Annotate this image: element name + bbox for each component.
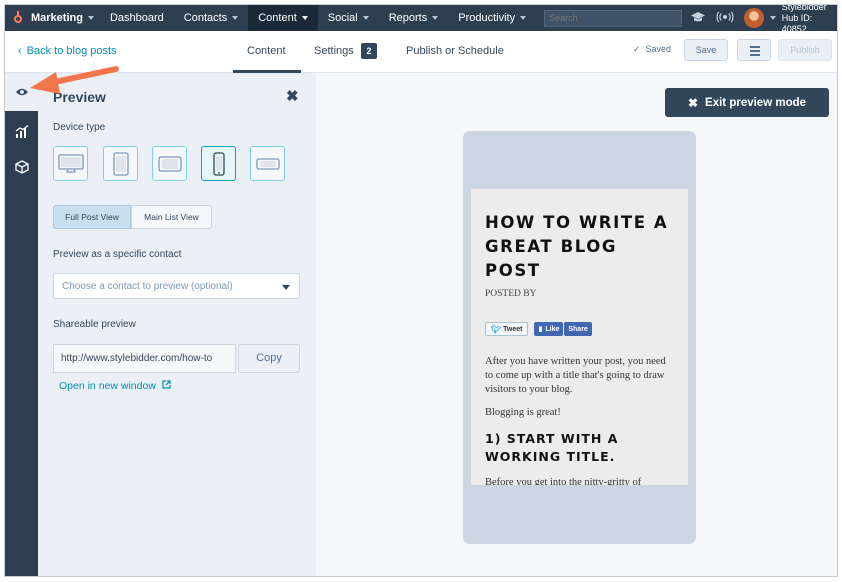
mobile-icon — [212, 151, 225, 176]
chevron-down-icon — [87, 16, 94, 20]
saved-status: ✓ Saved — [633, 44, 672, 54]
facebook-share-button[interactable]: Share — [564, 322, 592, 336]
post-title: HOW TO WRITE A GREAT BLOG POST — [485, 213, 669, 280]
sidebar-rail — [5, 73, 38, 576]
social-share-row: 🐦︎ Tweet ▮ Like Share — [485, 322, 674, 336]
nav-dashboard[interactable]: Dashboard — [100, 5, 174, 31]
exit-preview-mode-button[interactable]: ✖ Exit preview mode — [665, 88, 829, 117]
chevron-down-icon — [232, 16, 239, 20]
rail-performance[interactable] — [5, 113, 38, 151]
tab-content[interactable]: Content — [247, 45, 286, 57]
tab-publish-or-schedule[interactable]: Publish or Schedule — [406, 45, 504, 57]
search-input[interactable] — [544, 9, 682, 27]
chevron-down-icon — [432, 16, 439, 20]
nav-social[interactable]: Social — [318, 5, 379, 31]
mobile-landscape-icon — [255, 157, 280, 170]
editor-header: ‹ Back to blog posts Content Settings 2 P… — [5, 31, 837, 73]
rail-modules[interactable] — [5, 148, 38, 186]
contact-select-placeholder: Choose a contact to preview (optional) — [62, 281, 233, 292]
preview-canvas: ✖ Exit preview mode HOW TO WRITE A GREAT… — [316, 73, 837, 576]
preview-panel: Preview ✖ Device type Full Post View Mai… — [38, 73, 316, 576]
save-button[interactable]: Save — [684, 39, 728, 61]
mobile-preview-screen[interactable]: HOW TO WRITE A GREAT BLOG POST POSTED BY… — [471, 189, 688, 485]
nav-reports[interactable]: Reports — [379, 5, 449, 31]
shareable-url-field[interactable]: http://www.stylebidder.com/how-to — [53, 344, 236, 373]
post-subheading: 1) START WITH A WORKING TITLE. — [485, 431, 619, 464]
device-type-label: Device type — [53, 122, 106, 133]
eye-icon — [15, 88, 28, 96]
chevron-down-icon — [301, 16, 308, 20]
post-paragraph: Blogging is great! — [485, 407, 561, 418]
panel-title: Preview — [53, 89, 106, 105]
account-name: Stylebidder — [781, 1, 827, 12]
top-nav: Marketing Dashboard Contacts Content Soc… — [5, 2, 837, 34]
shareable-preview-label: Shareable preview — [53, 319, 136, 330]
tablet-icon — [112, 151, 129, 176]
posted-by: POSTED BY — [485, 289, 537, 299]
notifications-icon[interactable] — [716, 10, 734, 26]
full-post-view-toggle[interactable]: Full Post View — [53, 205, 131, 229]
rail-preview[interactable] — [5, 73, 38, 111]
chevron-down-icon — [362, 16, 369, 20]
device-tablet-landscape-button[interactable] — [152, 146, 187, 181]
avatar[interactable] — [743, 8, 764, 28]
contact-preview-label: Preview as a specific contact — [53, 249, 182, 260]
list-icon — [750, 46, 760, 48]
tab-settings[interactable]: Settings — [314, 45, 354, 57]
facebook-icon: ▮ — [538, 326, 543, 333]
close-icon[interactable]: ✖ — [286, 87, 299, 105]
chart-icon — [15, 125, 28, 138]
hubspot-logo-icon — [11, 11, 25, 25]
tweet-button[interactable]: 🐦︎ Tweet — [485, 322, 529, 336]
brand-menu[interactable]: Marketing — [5, 5, 94, 31]
academy-icon[interactable] — [690, 11, 706, 26]
contact-select[interactable]: Choose a contact to preview (optional) — [53, 273, 300, 299]
chevron-down-icon — [282, 285, 290, 290]
external-link-icon — [162, 380, 171, 389]
main-list-view-toggle[interactable]: Main List View — [131, 205, 212, 229]
chevron-left-icon: ‹ — [18, 45, 22, 57]
brand-label: Marketing — [31, 12, 83, 24]
device-mobile-landscape-button[interactable] — [250, 146, 285, 181]
back-to-blog-posts-link[interactable]: ‹ Back to blog posts — [18, 45, 117, 57]
device-tablet-portrait-button[interactable] — [103, 146, 138, 181]
mobile-device-frame: HOW TO WRITE A GREAT BLOG POST POSTED BY… — [463, 131, 696, 544]
open-in-new-window-link[interactable]: Open in new window — [59, 380, 171, 392]
nav-productivity[interactable]: Productivity — [448, 5, 536, 31]
settings-count-badge: 2 — [361, 43, 377, 59]
facebook-like-button[interactable]: ▮ Like — [534, 322, 564, 336]
post-paragraph: Before you get into the nitty-gritty of … — [485, 477, 642, 485]
nav-contacts[interactable]: Contacts — [174, 5, 248, 31]
desktop-icon — [57, 153, 84, 173]
device-desktop-button[interactable] — [53, 146, 88, 181]
publish-button[interactable]: Publish — [778, 39, 832, 61]
chevron-down-icon[interactable] — [769, 16, 776, 20]
device-mobile-portrait-button[interactable] — [201, 146, 236, 181]
nav-content[interactable]: Content — [248, 5, 318, 31]
copy-button[interactable]: Copy — [238, 344, 300, 373]
cube-icon — [14, 160, 29, 174]
close-icon: ✖ — [687, 95, 699, 110]
twitter-icon: 🐦︎ — [491, 324, 502, 334]
check-icon: ✓ — [633, 44, 641, 54]
post-paragraph: After you have written your post, you ne… — [485, 356, 666, 395]
tablet-landscape-icon — [157, 155, 182, 172]
list-menu-button[interactable] — [737, 39, 771, 61]
account-info[interactable]: Stylebidder Hub ID: 40852 — [782, 2, 837, 35]
chevron-down-icon — [520, 16, 527, 20]
